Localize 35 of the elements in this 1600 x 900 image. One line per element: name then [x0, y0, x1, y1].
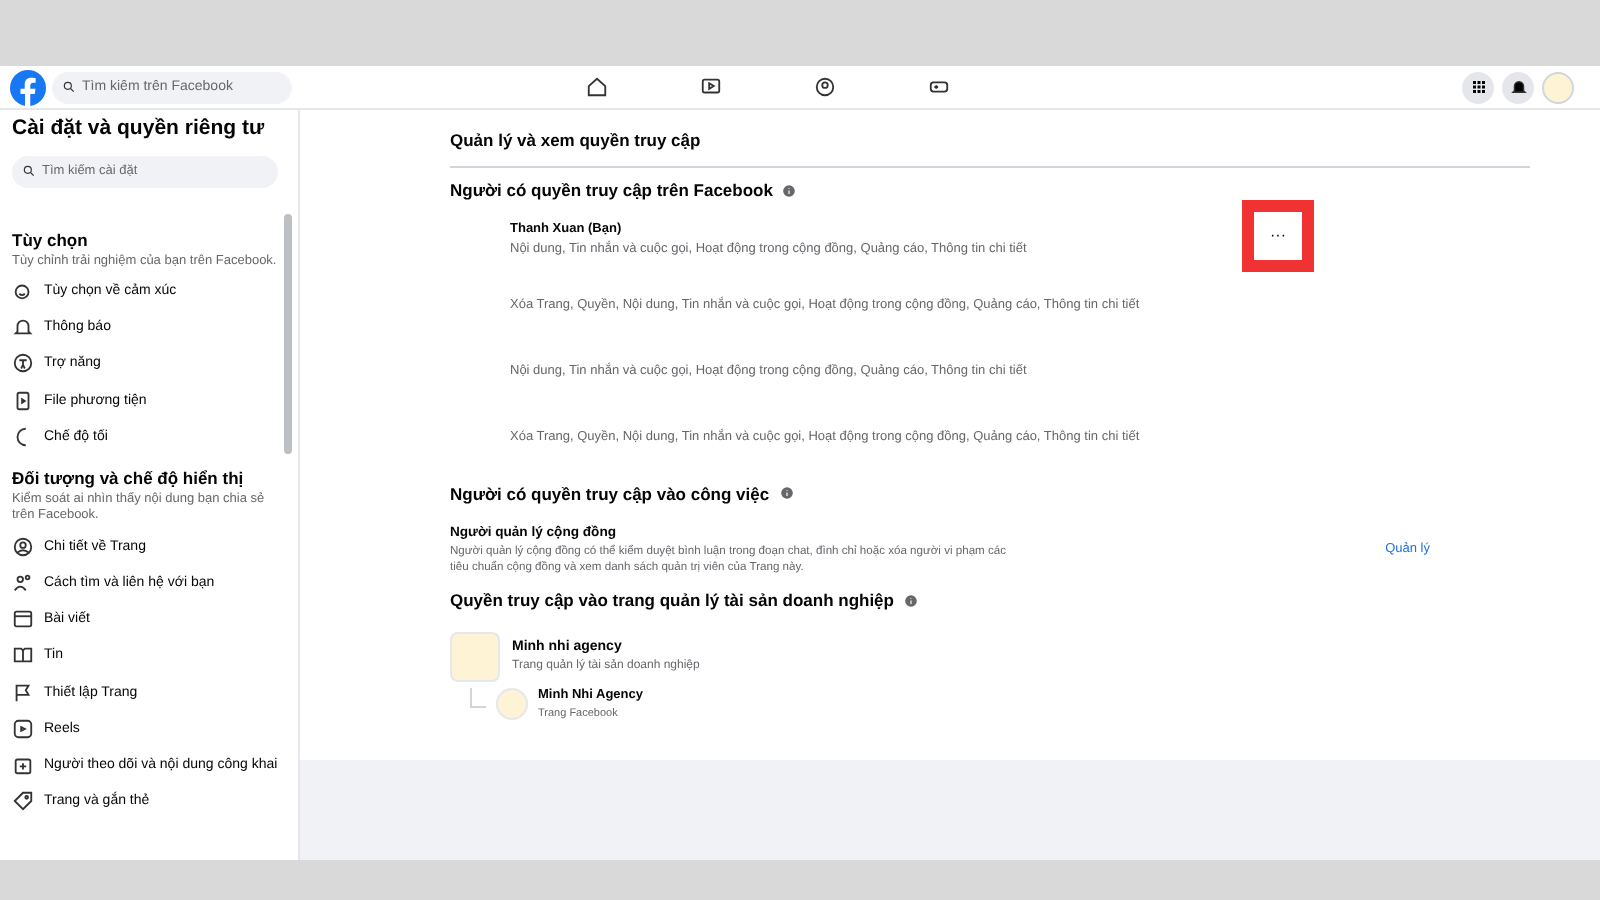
menu-button[interactable] — [1462, 71, 1494, 103]
flag-icon — [12, 681, 34, 704]
bell-icon — [1509, 78, 1527, 96]
info-icon — [903, 594, 918, 609]
page-heading: Quản lý và xem quyền truy cập — [450, 110, 1530, 168]
media-icon — [12, 389, 34, 412]
reels-icon — [12, 717, 34, 740]
notifications-button[interactable] — [1502, 71, 1534, 103]
search-icon — [22, 164, 36, 179]
info-icon — [782, 183, 797, 198]
section-heading: Quyền truy cập vào trang quản lý tài sản doanh nghiệp — [450, 588, 894, 615]
video-icon — [700, 76, 722, 98]
section-title: Đối tượng và chế độ hiển thị — [12, 466, 246, 491]
section-heading: Người có quyền truy cập vào công việc — [450, 481, 770, 507]
info-icon — [779, 486, 794, 501]
smiley-icon — [12, 280, 34, 303]
people-icon — [12, 571, 34, 594]
accessibility-icon — [12, 352, 34, 375]
people-icon — [814, 76, 836, 98]
person-icon — [12, 535, 34, 558]
book-icon — [12, 644, 34, 667]
gamepad-icon — [928, 76, 950, 98]
grid-icon — [1469, 78, 1487, 96]
bell-icon — [12, 316, 34, 339]
search-icon — [62, 80, 76, 94]
plus-icon — [12, 753, 34, 776]
home-icon — [586, 76, 608, 98]
section-title: Tùy chọn — [12, 227, 90, 253]
post-icon — [12, 608, 34, 631]
tag-icon — [12, 790, 34, 813]
sidebar-title: Cài đặt và quyền riêng tư — [12, 114, 265, 144]
section-heading: Người có quyền truy cập trên Facebook — [450, 177, 773, 203]
portfolio-logo — [450, 632, 500, 683]
page-avatar — [496, 688, 528, 721]
more-button[interactable]: ··· — [1242, 200, 1314, 272]
